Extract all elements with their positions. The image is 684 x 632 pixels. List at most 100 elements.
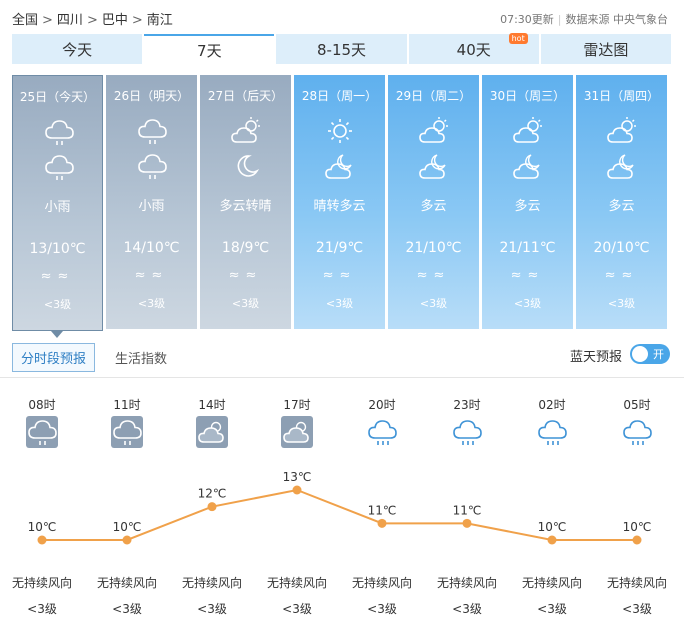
hot-badge: hot	[508, 33, 528, 44]
toggle-label: 开	[653, 348, 664, 361]
day-weather-desc: 多云转晴	[219, 199, 272, 214]
breadcrumb-item-city[interactable]: 巴中	[102, 13, 128, 28]
day-date: 29日（周二）	[395, 89, 472, 103]
temperature-label: 10℃	[28, 520, 57, 534]
wind-level: <3级	[27, 602, 57, 616]
day-card[interactable]: 29日（周二） 多云 21/10℃ ≈≈ <3级	[388, 75, 479, 329]
wind-level: <3级	[325, 297, 354, 310]
day-weather-desc: 小雨	[44, 200, 71, 215]
light-rain-icon	[43, 116, 75, 152]
sub-tabs: 分时段预报 生活指数	[12, 343, 175, 372]
wind-level: <3级	[622, 602, 652, 616]
bluesky-toggle[interactable]: 开	[630, 344, 670, 364]
rain-outline-icon	[366, 416, 398, 452]
cloudy-night-icon	[606, 150, 638, 186]
wind-direction: 无持续风向	[436, 576, 497, 590]
day-temperature: 21/9℃	[315, 240, 364, 256]
tab-hourly-forecast[interactable]: 分时段预报	[12, 343, 96, 372]
temperature-label: 11℃	[453, 503, 482, 517]
wind-icon: ≈≈	[134, 268, 169, 283]
temperature-point	[632, 535, 642, 545]
day-date: 28日（周一）	[301, 89, 378, 103]
tab-label: 雷达图	[583, 40, 629, 59]
temperature-point	[122, 535, 132, 545]
cloud-tile-icon	[196, 416, 228, 452]
day-temperature: 18/9℃	[221, 240, 270, 256]
cloud-tile-icon	[281, 416, 313, 452]
partly-cloudy-icon	[512, 115, 544, 151]
wind-level: <3级	[282, 602, 312, 616]
update-info: 07:30更新 | 数据来源 中央气象台	[500, 11, 668, 27]
temperature-point	[207, 502, 217, 512]
day-date: 30日（周三）	[489, 89, 566, 103]
cloudy-night-icon	[418, 150, 450, 186]
hour-time: 20时	[368, 398, 396, 412]
wind-level: <3级	[537, 602, 567, 616]
breadcrumb-separator: >	[42, 13, 53, 28]
day-temperature: 21/10℃	[405, 240, 462, 256]
selected-day-pointer	[51, 331, 63, 338]
wind-level: <3级	[137, 297, 166, 310]
day-weather-desc: 多云	[608, 199, 635, 214]
wind-direction: 无持续风向	[11, 576, 72, 590]
tab-today[interactable]: 今天	[12, 34, 143, 64]
hour-time: 11时	[113, 398, 141, 412]
day-date: 25日（今天）	[19, 90, 96, 104]
tab-radar[interactable]: 雷达图	[540, 34, 672, 64]
day-card[interactable]: 26日（明天） 小雨 14/10℃ ≈≈ <3级	[106, 75, 197, 329]
wind-direction: 无持续风向	[521, 576, 582, 590]
daily-forecast: 25日（今天） 小雨 13/10℃ ≈≈ <3级 26日（明天） 小雨 14/10℃ ≈≈ <3级…	[12, 75, 671, 331]
hour-time: 05时	[623, 398, 651, 412]
wind-level: <3级	[419, 297, 448, 310]
breadcrumb-item-country[interactable]: 全国	[12, 13, 38, 28]
tab-8-15days[interactable]: 8-15天	[276, 34, 407, 64]
day-card[interactable]: 30日（周三） 多云 21/11℃ ≈≈ <3级	[482, 75, 573, 329]
light-rain-icon	[43, 151, 75, 187]
wind-level: <3级	[607, 297, 636, 310]
wind-icon: ≈≈	[228, 268, 263, 283]
update-time: 07:30更新	[500, 13, 554, 26]
wind-direction: 无持续风向	[606, 576, 667, 590]
wind-level: <3级	[112, 602, 142, 616]
moon-icon	[230, 150, 262, 186]
temperature-point	[462, 518, 472, 528]
temperature-line-chart: 10℃ 10℃ 12℃ 13℃ 11℃ 11℃ 10℃ 10℃	[28, 470, 651, 545]
wind-direction: 无持续风向	[96, 576, 157, 590]
wind-icon: ≈≈	[416, 268, 451, 283]
cloudy-night-icon	[324, 150, 356, 186]
sun-icon	[324, 115, 356, 151]
day-weather-desc: 多云	[514, 199, 541, 214]
day-date: 27日（后天）	[207, 89, 284, 103]
wind-icon: ≈≈	[322, 268, 357, 283]
day-temperature: 21/11℃	[499, 240, 556, 256]
partly-cloudy-icon	[230, 115, 262, 151]
day-card[interactable]: 28日（周一） 晴转多云 21/9℃ ≈≈ <3级	[294, 75, 385, 329]
day-card[interactable]: 31日（周四） 多云 20/10℃ ≈≈ <3级	[576, 75, 667, 329]
day-card[interactable]: 25日（今天） 小雨 13/10℃ ≈≈ <3级	[12, 75, 103, 331]
tab-label: 40天	[456, 40, 491, 59]
partly-cloudy-icon	[418, 115, 450, 151]
partly-cloudy-icon	[606, 115, 638, 151]
breadcrumb-item-province[interactable]: 四川	[57, 13, 83, 28]
toggle-knob	[632, 346, 648, 362]
wind-direction: 无持续风向	[351, 576, 412, 590]
tab-label: 8-15天	[316, 40, 367, 59]
rain-tile-icon	[26, 416, 58, 452]
rain-outline-icon	[536, 416, 568, 452]
hour-time: 17时	[283, 398, 311, 412]
cloudy-night-icon	[512, 150, 544, 186]
wind-level: <3级	[513, 297, 542, 310]
day-date: 31日（周四）	[583, 89, 660, 103]
day-card[interactable]: 27日（后天） 多云转晴 18/9℃ ≈≈ <3级	[200, 75, 291, 329]
tab-7days[interactable]: 7天	[144, 34, 275, 64]
breadcrumb-separator: >	[131, 13, 143, 28]
tab-life-index[interactable]: 生活指数	[107, 344, 175, 371]
day-date: 26日（明天）	[113, 89, 190, 103]
day-temperature: 14/10℃	[123, 240, 180, 256]
tab-40days[interactable]: 40天 hot	[408, 33, 539, 64]
breadcrumb-separator: >	[86, 13, 98, 28]
meta-divider: |	[557, 13, 562, 26]
temperature-point	[292, 485, 302, 495]
day-weather-desc: 多云	[420, 199, 447, 214]
wind-level: <3级	[452, 602, 482, 616]
